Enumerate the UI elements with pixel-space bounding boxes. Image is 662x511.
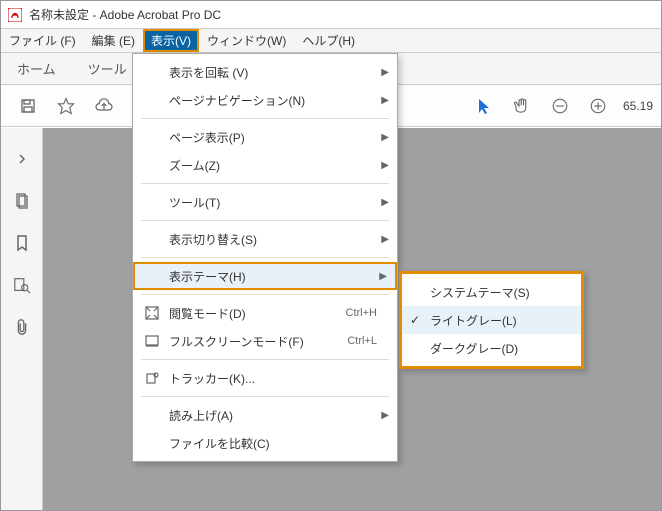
menu-item-label: ツール(T) xyxy=(169,194,377,211)
menu-item-label: ズーム(Z) xyxy=(169,157,377,174)
chevron-right-icon: ▶ xyxy=(379,271,387,282)
tracker-icon xyxy=(143,371,161,385)
submenu-item-label: ライトグレー(L) xyxy=(430,312,517,329)
menu-file[interactable]: ファイル (F) xyxy=(1,29,84,52)
reading-mode-icon xyxy=(143,306,161,320)
menu-tracker[interactable]: トラッカー(K)... xyxy=(133,364,397,392)
menu-accelerator: Ctrl+H xyxy=(346,307,377,319)
menu-tools[interactable]: ツール(T) ▶ xyxy=(133,188,397,216)
pages-panel-icon[interactable] xyxy=(7,186,37,216)
chevron-right-icon: ▶ xyxy=(381,95,389,106)
check-icon: ✓ xyxy=(410,313,420,327)
zoom-out-button[interactable] xyxy=(545,91,575,121)
attachments-panel-icon[interactable] xyxy=(7,312,37,342)
menu-separator xyxy=(141,118,389,119)
menu-display-theme[interactable]: 表示テーマ(H) ▶ xyxy=(133,262,397,290)
search-panel-icon[interactable] xyxy=(7,270,37,300)
menu-item-label: ページナビゲーション(N) xyxy=(169,92,377,109)
menu-page-display[interactable]: ページ表示(P) ▶ xyxy=(133,123,397,151)
theme-system[interactable]: システムテーマ(S) xyxy=(402,278,581,306)
menu-item-label: 読み上げ(A) xyxy=(169,407,377,424)
menu-rotate-view[interactable]: 表示を回転 (V) ▶ xyxy=(133,58,397,86)
menu-item-label: ページ表示(P) xyxy=(169,129,377,146)
window-title: 名称未設定 - Adobe Acrobat Pro DC xyxy=(29,6,221,23)
tab-home[interactable]: ホーム xyxy=(1,53,72,84)
bookmark-panel-icon[interactable] xyxy=(7,228,37,258)
menu-help[interactable]: ヘルプ(H) xyxy=(294,29,363,52)
menu-item-label: トラッカー(K)... xyxy=(169,370,377,387)
submenu-item-label: システムテーマ(S) xyxy=(430,284,530,301)
menubar: ファイル (F) 編集 (E) 表示(V) ウィンドウ(W) ヘルプ(H) xyxy=(1,29,661,53)
menu-fullscreen[interactable]: フルスクリーンモード(F) Ctrl+L xyxy=(133,327,397,355)
zoom-value[interactable]: 65.19 xyxy=(623,99,653,113)
titlebar: 名称未設定 - Adobe Acrobat Pro DC xyxy=(1,1,661,29)
menu-view[interactable]: 表示(V) xyxy=(143,29,199,52)
menu-item-label: 表示切り替え(S) xyxy=(169,231,377,248)
menu-separator xyxy=(141,220,389,221)
menu-separator xyxy=(141,183,389,184)
star-button[interactable] xyxy=(51,91,81,121)
menu-item-label: 閲覧モード(D) xyxy=(169,305,346,322)
menu-read-aloud[interactable]: 読み上げ(A) ▶ xyxy=(133,401,397,429)
zoom-in-button[interactable] xyxy=(583,91,613,121)
chevron-right-icon: ▶ xyxy=(381,67,389,78)
cursor-tool[interactable] xyxy=(469,91,499,121)
menu-item-label: 表示を回転 (V) xyxy=(169,64,377,81)
view-menu-dropdown: 表示を回転 (V) ▶ ページナビゲーション(N) ▶ ページ表示(P) ▶ ズ… xyxy=(132,53,398,462)
menu-item-label: フルスクリーンモード(F) xyxy=(169,333,347,350)
cloud-button[interactable] xyxy=(89,91,119,121)
menu-separator xyxy=(141,294,389,295)
chevron-right-icon: ▶ xyxy=(381,197,389,208)
theme-dark-gray[interactable]: ダークグレー(D) xyxy=(402,334,581,362)
menu-compare[interactable]: ファイルを比較(C) xyxy=(133,429,397,457)
menu-zoom[interactable]: ズーム(Z) ▶ xyxy=(133,151,397,179)
hand-tool[interactable] xyxy=(507,91,537,121)
chevron-right-icon: ▶ xyxy=(381,160,389,171)
menu-separator xyxy=(141,359,389,360)
menu-edit[interactable]: 編集 (E) xyxy=(84,29,143,52)
menu-show-hide[interactable]: 表示切り替え(S) ▶ xyxy=(133,225,397,253)
menu-page-nav[interactable]: ページナビゲーション(N) ▶ xyxy=(133,86,397,114)
menu-separator xyxy=(141,257,389,258)
menu-separator xyxy=(141,396,389,397)
theme-light-gray[interactable]: ✓ ライトグレー(L) xyxy=(402,306,581,334)
fullscreen-icon xyxy=(143,335,161,347)
menu-reading-mode[interactable]: 閲覧モード(D) Ctrl+H xyxy=(133,299,397,327)
chevron-right-icon: ▶ xyxy=(381,132,389,143)
left-rail xyxy=(1,128,43,510)
acrobat-icon xyxy=(7,7,23,23)
chevron-toggle-icon[interactable] xyxy=(7,144,37,174)
menu-item-label: ファイルを比較(C) xyxy=(169,435,377,452)
chevron-right-icon: ▶ xyxy=(381,410,389,421)
display-theme-submenu: システムテーマ(S) ✓ ライトグレー(L) ダークグレー(D) xyxy=(399,271,584,369)
submenu-item-label: ダークグレー(D) xyxy=(430,340,518,357)
chevron-right-icon: ▶ xyxy=(381,234,389,245)
save-button[interactable] xyxy=(13,91,43,121)
menu-accelerator: Ctrl+L xyxy=(347,335,377,347)
menu-window[interactable]: ウィンドウ(W) xyxy=(199,29,294,52)
menu-item-label: 表示テーマ(H) xyxy=(169,268,375,285)
